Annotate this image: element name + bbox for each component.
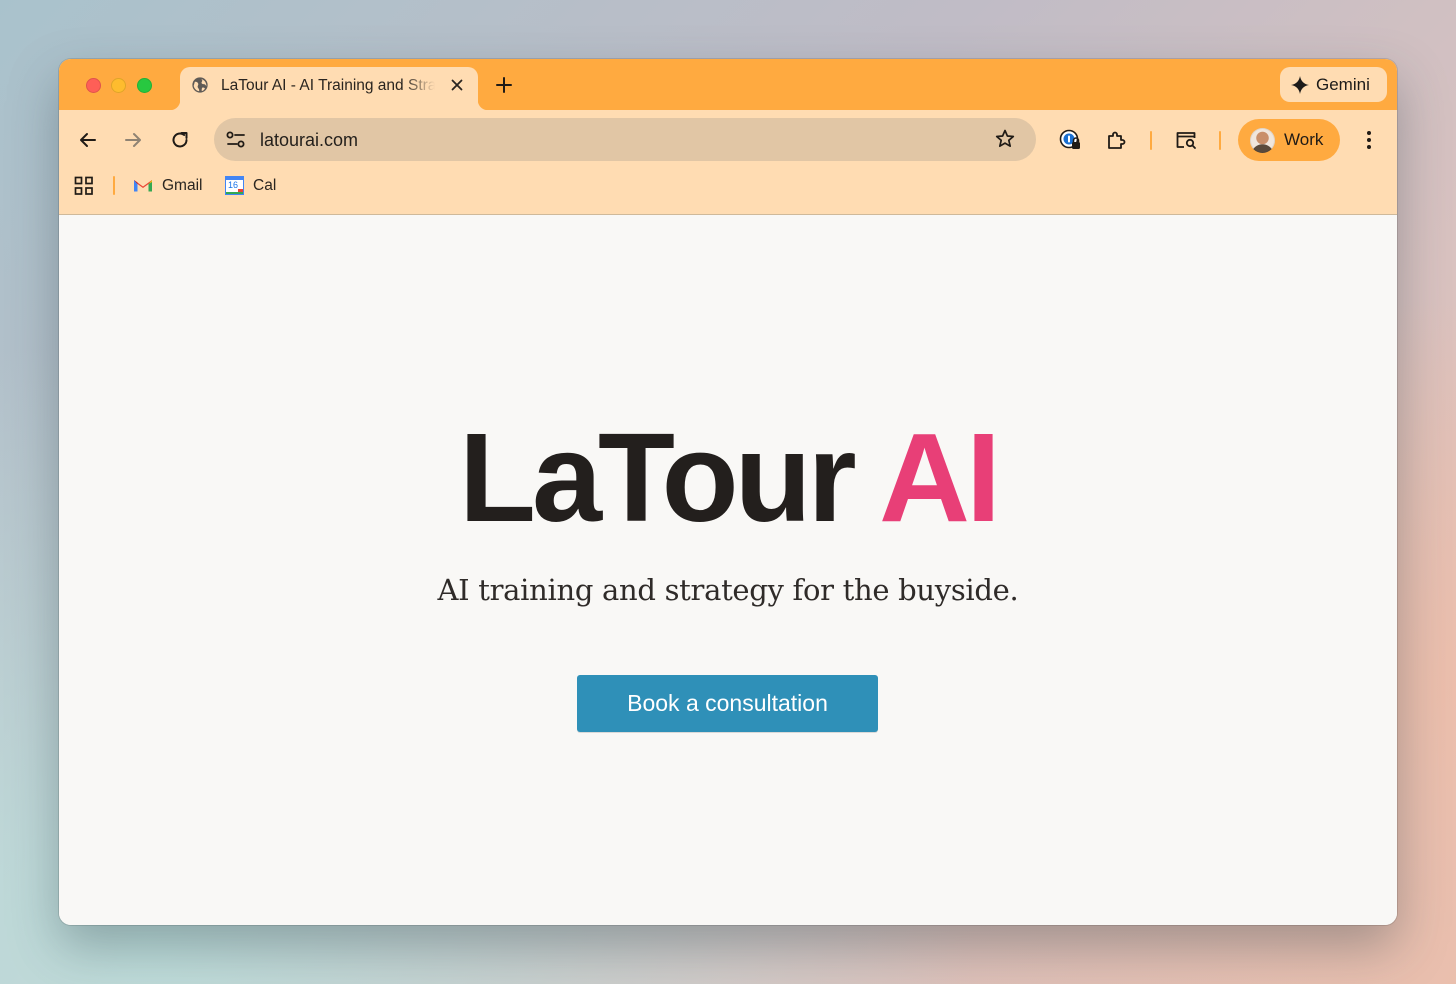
toolbar-separator xyxy=(1219,131,1221,150)
site-info-tune-icon[interactable] xyxy=(225,129,247,151)
profile-label: Work xyxy=(1284,130,1324,149)
window-maximize-button[interactable] xyxy=(137,78,152,93)
search-tabs-icon[interactable] xyxy=(1174,128,1198,152)
apps-grid-icon[interactable] xyxy=(73,175,95,197)
tab-close-icon[interactable] xyxy=(449,77,465,93)
gemini-button[interactable]: Gemini xyxy=(1280,67,1387,102)
hero-brand-main: LaTour xyxy=(459,407,857,548)
book-consultation-button[interactable]: Book a consultation xyxy=(577,675,878,732)
toolbar-separator xyxy=(1150,131,1152,150)
profile-button[interactable]: Work xyxy=(1238,119,1340,161)
forward-arrow-icon[interactable] xyxy=(121,128,145,152)
back-arrow-icon[interactable] xyxy=(76,128,100,152)
extensions-puzzle-icon[interactable] xyxy=(1105,128,1129,152)
address-bar[interactable]: latourai.com xyxy=(214,118,1036,161)
tab-latour-ai[interactable]: LaTour AI - AI Training and Strategy xyxy=(170,67,488,110)
address-bar-url[interactable]: latourai.com xyxy=(260,130,358,151)
more-menu-kebab-icon[interactable] xyxy=(1357,128,1381,152)
calendar-icon-day: 16 xyxy=(228,180,239,190)
hero-brand-accent: AI xyxy=(878,407,1001,548)
bookmark-label: Gmail xyxy=(162,177,203,194)
gemini-label: Gemini xyxy=(1316,75,1370,94)
bookmark-star-icon[interactable] xyxy=(994,128,1016,150)
bookmark-label: Cal xyxy=(253,177,277,194)
window-close-button[interactable] xyxy=(86,78,101,93)
gmail-icon xyxy=(134,180,152,192)
avatar xyxy=(1250,128,1275,153)
password-manager-extension-icon[interactable] xyxy=(1058,128,1082,152)
reload-icon[interactable] xyxy=(168,128,192,152)
window-minimize-button[interactable] xyxy=(111,78,126,93)
hero-title: LaTour AI xyxy=(59,403,1397,553)
gemini-sparkle-icon xyxy=(1291,76,1309,94)
browser-window: LaTour AI - AI Training and Strategy Gem… xyxy=(59,59,1397,925)
bookmark-gmail[interactable]: Gmail xyxy=(131,171,205,201)
bookmark-cal[interactable]: 16 Cal xyxy=(224,171,284,201)
tab-strip: LaTour AI - AI Training and Strategy Gem… xyxy=(59,59,1397,110)
page-content: LaTour AI AI training and strategy for t… xyxy=(59,215,1397,925)
new-tab-plus-icon[interactable] xyxy=(494,75,514,95)
tagline: AI training and strategy for the buyside… xyxy=(437,573,1019,607)
bookmarks-separator xyxy=(113,176,115,195)
calendar-icon: 16 xyxy=(225,176,244,195)
globe-icon xyxy=(192,77,208,93)
tab-title: LaTour AI - AI Training and Strategy xyxy=(221,77,435,94)
